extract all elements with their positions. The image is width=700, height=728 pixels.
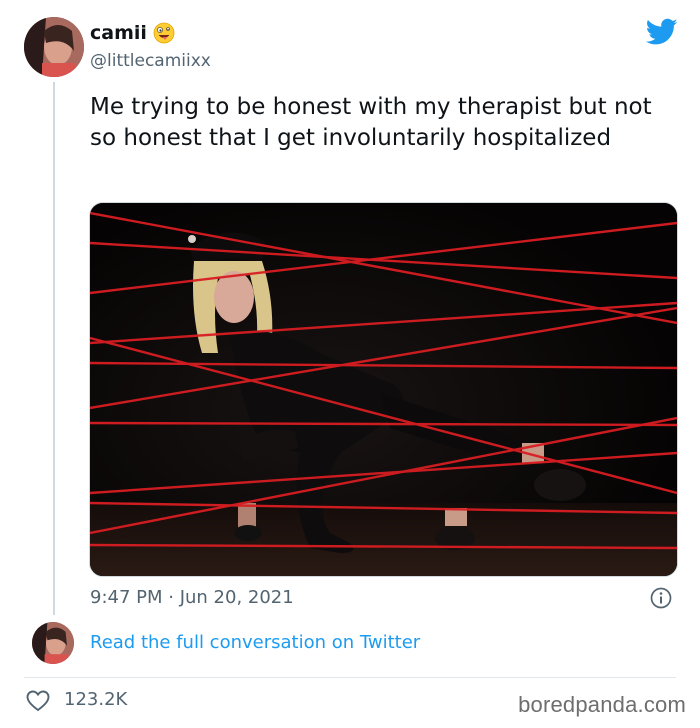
avatar-small[interactable] — [32, 622, 74, 664]
watermark: boredpanda.com — [518, 692, 686, 717]
tweet-card: camii @littlecamiixx Me trying to be hon… — [0, 0, 700, 728]
laser-photo — [90, 203, 677, 576]
like-count: 123.2K — [64, 689, 128, 710]
display-name[interactable]: camii — [90, 22, 175, 44]
tweet-timestamp[interactable]: 9:47 PM · Jun 20, 2021 — [90, 587, 294, 608]
display-name-text: camii — [90, 22, 147, 44]
thread-line — [53, 82, 55, 615]
avatar-small-image — [32, 622, 74, 664]
user-handle[interactable]: @littlecamiixx — [90, 51, 211, 71]
zany-face-emoji-icon — [153, 22, 175, 44]
info-icon[interactable] — [650, 587, 672, 609]
tweet-text: Me trying to be honest with my therapist… — [90, 94, 652, 151]
heart-icon[interactable] — [26, 690, 50, 712]
read-conversation-link[interactable]: Read the full conversation on Twitter — [90, 632, 420, 653]
twitter-bird-icon[interactable] — [646, 18, 678, 46]
avatar-image — [24, 17, 84, 77]
tweet-media[interactable] — [89, 202, 678, 577]
divider — [24, 677, 676, 678]
avatar[interactable] — [24, 17, 84, 77]
